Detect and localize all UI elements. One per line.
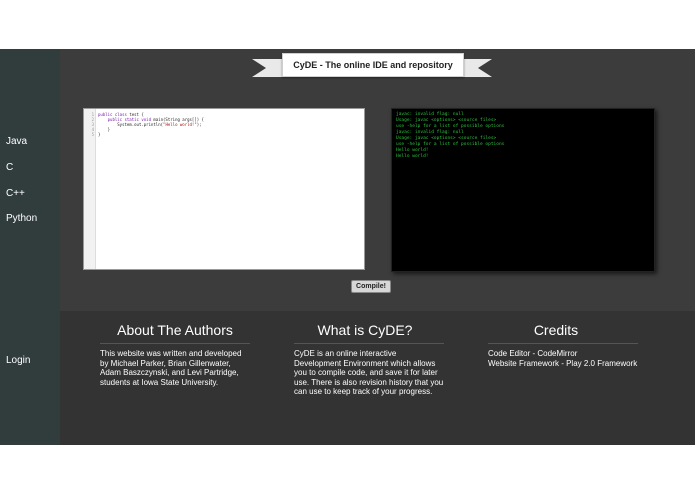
code-line: } [98, 132, 100, 137]
code-editor[interactable]: 1 2 3 4 5 public class test { public sta… [83, 108, 365, 270]
compile-button[interactable]: Compile! [351, 280, 391, 293]
app-window: Java C C++ Python Login CyDE - The onlin… [0, 49, 695, 445]
code-string: "Hello world!" [163, 122, 197, 127]
ide-panel: CyDE - The online IDE and repository 1 2… [60, 49, 695, 311]
console-line: use -help for a list of possible options [396, 124, 505, 129]
output-console: javac: invalid flag: null Usage: javac <… [391, 108, 655, 272]
section-divider [488, 343, 638, 344]
sidebar: Java C C++ Python Login [0, 49, 60, 445]
about-authors-text: This website was written and developed b… [100, 349, 242, 387]
what-is-cyde-text: CyDE is an online interactive Developmen… [294, 349, 444, 396]
sidebar-item-cpp[interactable]: C++ [6, 188, 25, 199]
console-line: use -help for a list of possible options [396, 142, 505, 147]
sidebar-item-python[interactable]: Python [6, 213, 37, 224]
section-divider [100, 343, 250, 344]
console-line: Hello world! [396, 148, 429, 153]
page-title: CyDE - The online IDE and repository [282, 53, 464, 77]
line-number-gutter: 1 2 3 4 5 [84, 109, 96, 269]
sidebar-item-login[interactable]: Login [6, 355, 30, 366]
main-content: CyDE - The online IDE and repository 1 2… [60, 49, 695, 445]
about-authors-title: About The Authors [117, 322, 233, 338]
section-divider [294, 343, 444, 344]
what-is-cyde-title: What is CyDE? [317, 322, 413, 338]
console-line: Usage: javac <options> <source files> [396, 136, 497, 141]
console-line: Usage: javac <options> <source files> [396, 118, 497, 123]
console-line: javac: invalid flag: null [396, 130, 464, 135]
code-line: System.out.println("Hello world!"); [98, 122, 202, 127]
title-ribbon: CyDE - The online IDE and repository [252, 53, 488, 81]
credits-title: Credits [533, 322, 579, 338]
console-line: Hello world! [396, 154, 429, 159]
sidebar-item-java[interactable]: Java [6, 136, 27, 147]
credits-text: Code Editor - CodeMirror Website Framewo… [488, 349, 638, 368]
console-line: javac: invalid flag: null [396, 112, 464, 117]
info-footer: About The Authors This website was writt… [60, 311, 695, 445]
code-text: ); [196, 122, 202, 127]
code-text: } [98, 132, 101, 137]
line-number: 5 [91, 132, 94, 137]
sidebar-item-c[interactable]: C [6, 162, 13, 173]
